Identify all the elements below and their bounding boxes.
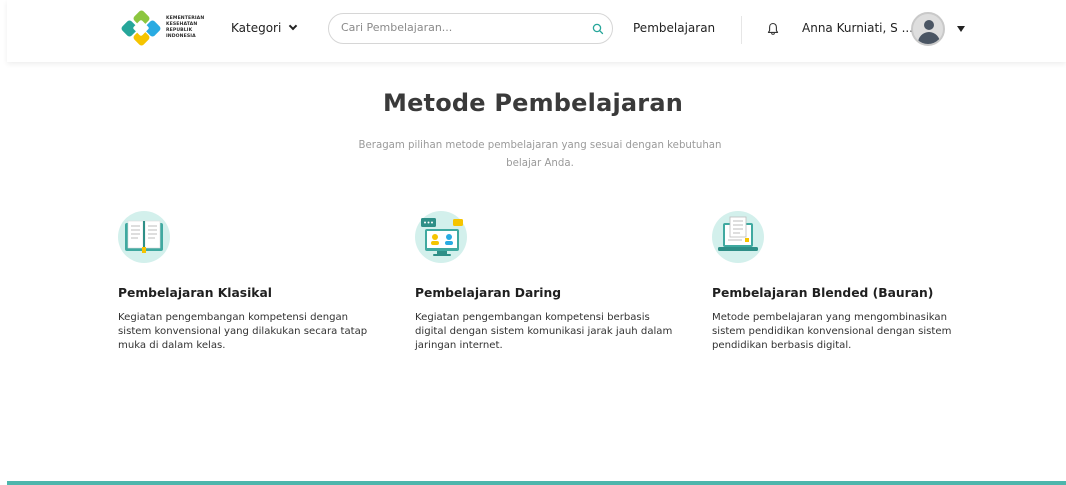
avatar-body — [918, 32, 940, 44]
caret-down-icon[interactable] — [957, 26, 965, 32]
method-card-blended: Pembelajaran Blended (Bauran) Metode pem… — [712, 211, 972, 353]
book-icon — [118, 211, 170, 263]
avatar-head — [924, 20, 934, 30]
video-conference-icon — [415, 211, 467, 263]
method-description: Kegiatan pengembangan kompetensi dengan … — [118, 312, 368, 351]
method-description: Metode pembelajaran yang mengombinasikan… — [712, 312, 952, 351]
kategori-dropdown[interactable]: Kategori — [231, 21, 298, 35]
avatar[interactable] — [911, 12, 945, 46]
footer-accent-line — [7, 481, 1066, 485]
top-navbar: KEMENTERIAN KESEHATAN REPUBLIK INDONESIA… — [7, 0, 1066, 62]
method-title: Pembelajaran Klasikal — [118, 286, 272, 300]
kategori-label: Kategori — [231, 21, 282, 35]
user-name[interactable]: Anna Kurniati, S ... — [802, 21, 913, 35]
search-input[interactable] — [341, 21, 581, 34]
search-bar[interactable] — [328, 13, 613, 44]
logo-mark-icon — [120, 9, 162, 47]
logo-text: KEMENTERIAN KESEHATAN REPUBLIK INDONESIA — [166, 16, 204, 40]
kemenkes-logo[interactable]: KEMENTERIAN KESEHATAN REPUBLIK INDONESIA — [120, 9, 204, 47]
method-description: Kegiatan pengembangan kompetensi berbasi… — [415, 312, 673, 351]
search-icon[interactable] — [592, 23, 604, 35]
chevron-down-icon — [289, 21, 298, 31]
logo-line: INDONESIA — [166, 34, 196, 39]
method-card-daring: Pembelajaran Daring Kegiatan pengembanga… — [415, 211, 675, 353]
page-title: Metode Pembelajaran — [382, 89, 684, 117]
laptop-document-icon — [712, 211, 764, 263]
method-card-klasikal: Pembelajaran Klasikal Kegiatan pengemban… — [118, 211, 378, 353]
nav-pembelajaran-link[interactable]: Pembelajaran — [633, 21, 715, 35]
method-title: Pembelajaran Daring — [415, 286, 562, 300]
method-title: Pembelajaran Blended (Bauran) — [712, 286, 934, 300]
navbar-divider — [741, 16, 742, 44]
bell-icon[interactable] — [767, 22, 779, 36]
page-subtitle: Beragam pilihan metode pembelajaran yang… — [358, 140, 722, 169]
